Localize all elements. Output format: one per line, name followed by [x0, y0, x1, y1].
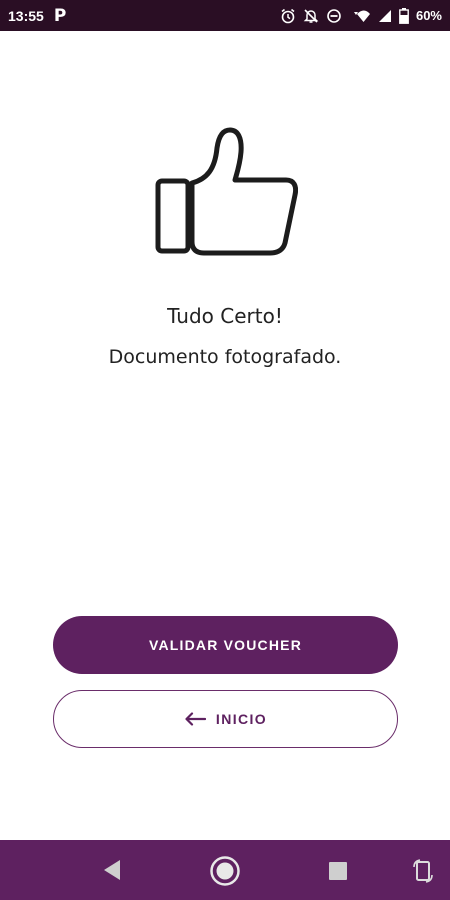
- battery-icon: [399, 7, 409, 24]
- rotate-icon[interactable]: [410, 858, 436, 884]
- navigation-bar: [0, 840, 450, 900]
- do-not-disturb-icon: [326, 8, 342, 24]
- page-title: Tudo Certo!: [167, 304, 283, 328]
- recents-icon[interactable]: [326, 860, 350, 882]
- arrow-left-icon: [184, 712, 206, 726]
- app-notification-icon: P: [53, 5, 67, 26]
- notifications-off-icon: [303, 8, 319, 24]
- signal-icon: [378, 9, 392, 23]
- status-right: 60%: [280, 7, 442, 24]
- status-bar: 13:55 P 60%: [0, 0, 450, 31]
- page-subtitle: Documento fotografado.: [108, 346, 342, 368]
- status-left: 13:55 P: [8, 6, 66, 26]
- home-icon[interactable]: [208, 854, 242, 888]
- wifi-icon: [349, 8, 371, 24]
- home-button[interactable]: INICIO: [53, 690, 398, 748]
- battery-percent: 60%: [415, 8, 442, 23]
- status-time: 13:55: [8, 7, 44, 24]
- home-button-label: INICIO: [215, 711, 268, 727]
- main-content: Tudo Certo! Documento fotografado. VALID…: [0, 31, 450, 840]
- validate-voucher-button[interactable]: VALIDAR VOUCHER: [53, 616, 398, 674]
- alarm-icon: [280, 8, 296, 24]
- back-icon[interactable]: [98, 858, 126, 882]
- thumbs-up-icon: [152, 126, 299, 258]
